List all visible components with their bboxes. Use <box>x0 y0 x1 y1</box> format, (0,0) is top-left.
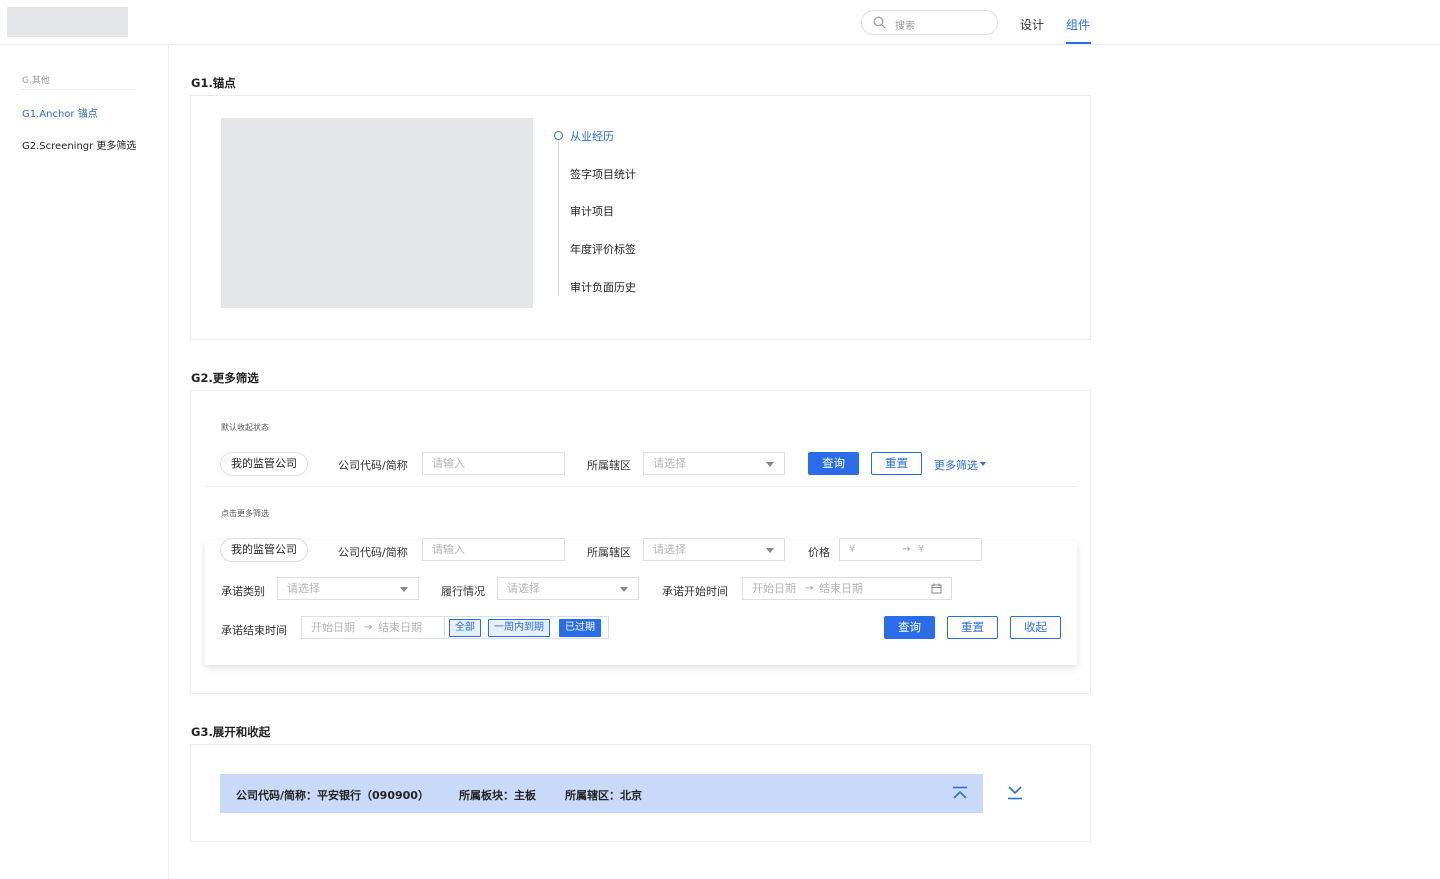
collapse-up-icon[interactable] <box>952 786 968 800</box>
section-divider <box>205 486 1077 487</box>
nav-active-indicator <box>1066 42 1091 44</box>
end-date: 结束日期 <box>378 621 422 634</box>
arrow-right-icon: → <box>805 583 814 594</box>
reset-button[interactable]: 重置 <box>947 616 998 639</box>
input-placeholder: 请输入 <box>432 543 465 556</box>
region-info: 所属辖区：北京 <box>565 789 642 802</box>
arrow-right-icon: → <box>364 622 373 633</box>
sidebar-item-anchor[interactable]: G1.Anchor 锚点 <box>22 105 98 120</box>
arrow-right-icon: → <box>902 544 911 555</box>
expand-down-icon[interactable] <box>1007 785 1023 801</box>
anchor-active-dot <box>554 131 563 140</box>
anchor-link-1[interactable]: 签字项目统计 <box>570 166 636 182</box>
price-min: ¥ <box>849 544 856 555</box>
my-company-pill[interactable]: 我的监管公司 <box>220 452 308 476</box>
region-label: 所属辖区 <box>587 546 631 559</box>
quick-tag-expired[interactable]: 已过期 <box>559 619 601 637</box>
query-button[interactable]: 查询 <box>884 616 935 639</box>
top-bar: 搜索 设计 组件 <box>0 0 1440 45</box>
chevron-down-icon <box>766 462 774 467</box>
anchor-link-2[interactable]: 审计项目 <box>570 203 614 219</box>
anchor-track <box>558 140 559 296</box>
nav-components[interactable]: 组件 <box>1066 16 1090 33</box>
expand-panel: 公司代码/简称：平安银行（090900） 所属板块：主板 所属辖区：北京 <box>190 744 1091 842</box>
chevron-down-icon <box>766 548 774 553</box>
collapsed-note: 默认收起状态 <box>221 423 269 432</box>
search-box[interactable]: 搜索 <box>861 10 998 35</box>
section-title-g3: G3.展开和收起 <box>191 725 271 739</box>
section-title-g1: G1.锚点 <box>191 76 236 90</box>
performance-label: 履行情况 <box>441 585 485 598</box>
nav-design[interactable]: 设计 <box>1020 16 1044 33</box>
anchor-panel: 从业经历 签字项目统计 审计项目 年度评价标签 审计负面历史 <box>190 95 1091 340</box>
more-filter-label: 更多筛选 <box>934 459 978 472</box>
start-date: 开始日期 <box>311 621 355 634</box>
promise-type-label: 承诺类别 <box>221 585 265 598</box>
range-divider <box>444 616 445 639</box>
logo[interactable] <box>7 7 128 37</box>
promise-start-range[interactable]: 开始日期 → 结束日期 <box>742 577 952 600</box>
company-info-bar: 公司代码/简称：平安银行（090900） 所属板块：主板 所属辖区：北京 <box>220 774 983 813</box>
input-placeholder: 请输入 <box>432 457 465 470</box>
reset-button[interactable]: 重置 <box>871 452 922 475</box>
select-placeholder: 请选择 <box>653 543 686 556</box>
board-info: 所属板块：主板 <box>459 789 536 802</box>
performance-select[interactable]: 请选择 <box>497 577 639 600</box>
select-placeholder: 请选择 <box>653 457 686 470</box>
anchor-link-4[interactable]: 审计负面历史 <box>570 279 636 295</box>
caret-down-icon <box>980 462 986 466</box>
promise-end-label: 承诺结束时间 <box>221 624 287 637</box>
collapse-button[interactable]: 收起 <box>1010 616 1061 639</box>
chevron-down-icon <box>620 587 628 592</box>
select-placeholder: 请选择 <box>507 582 540 595</box>
search-input[interactable]: 搜索 <box>895 17 915 32</box>
query-button[interactable]: 查询 <box>808 452 859 475</box>
promise-type-select[interactable]: 请选择 <box>277 577 419 600</box>
sidebar-group-title: G.其他 <box>22 76 50 86</box>
anchor-link-3[interactable]: 年度评价标签 <box>570 241 636 257</box>
more-filter-link[interactable]: 更多筛选 <box>934 457 986 473</box>
anchor-link-0[interactable]: 从业经历 <box>570 128 614 144</box>
filter-panel: 默认收起状态 我的监管公司 公司代码/简称 请输入 所属辖区 请选择 查询 重置… <box>190 390 1091 694</box>
my-company-pill[interactable]: 我的监管公司 <box>220 538 308 562</box>
section-title-g2: G2.更多筛选 <box>191 371 259 385</box>
calendar-icon <box>931 583 942 594</box>
company-code-input[interactable]: 请输入 <box>422 538 565 561</box>
region-select[interactable]: 请选择 <box>643 538 785 561</box>
price-max: ¥ <box>918 544 925 555</box>
company-code-label: 公司代码/简称 <box>338 459 408 472</box>
search-icon <box>873 16 886 29</box>
price-range-input[interactable]: ¥ → ¥ <box>839 538 982 561</box>
company-code-input[interactable]: 请输入 <box>422 452 565 475</box>
end-date: 结束日期 <box>819 582 863 595</box>
price-label: 价格 <box>808 546 830 559</box>
company-info: 公司代码/简称：平安银行（090900） <box>236 789 429 802</box>
promise-start-label: 承诺开始时间 <box>662 585 728 598</box>
company-code-label: 公司代码/简称 <box>338 546 408 559</box>
chevron-down-icon <box>400 587 408 592</box>
sidebar-divider <box>20 89 136 90</box>
region-label: 所属辖区 <box>587 459 631 472</box>
quick-tag-all[interactable]: 全部 <box>449 619 481 637</box>
start-date: 开始日期 <box>752 582 796 595</box>
sidebar: G.其他 G1.Anchor 锚点 G2.Screeningr 更多筛选 <box>0 45 169 879</box>
sidebar-item-screening[interactable]: G2.Screeningr 更多筛选 <box>22 137 136 152</box>
expanded-note: 点击更多筛选 <box>221 509 269 518</box>
quick-tag-week[interactable]: 一周内到期 <box>488 619 550 637</box>
content-placeholder <box>221 118 533 308</box>
select-placeholder: 请选择 <box>287 582 320 595</box>
region-select[interactable]: 请选择 <box>643 452 785 475</box>
